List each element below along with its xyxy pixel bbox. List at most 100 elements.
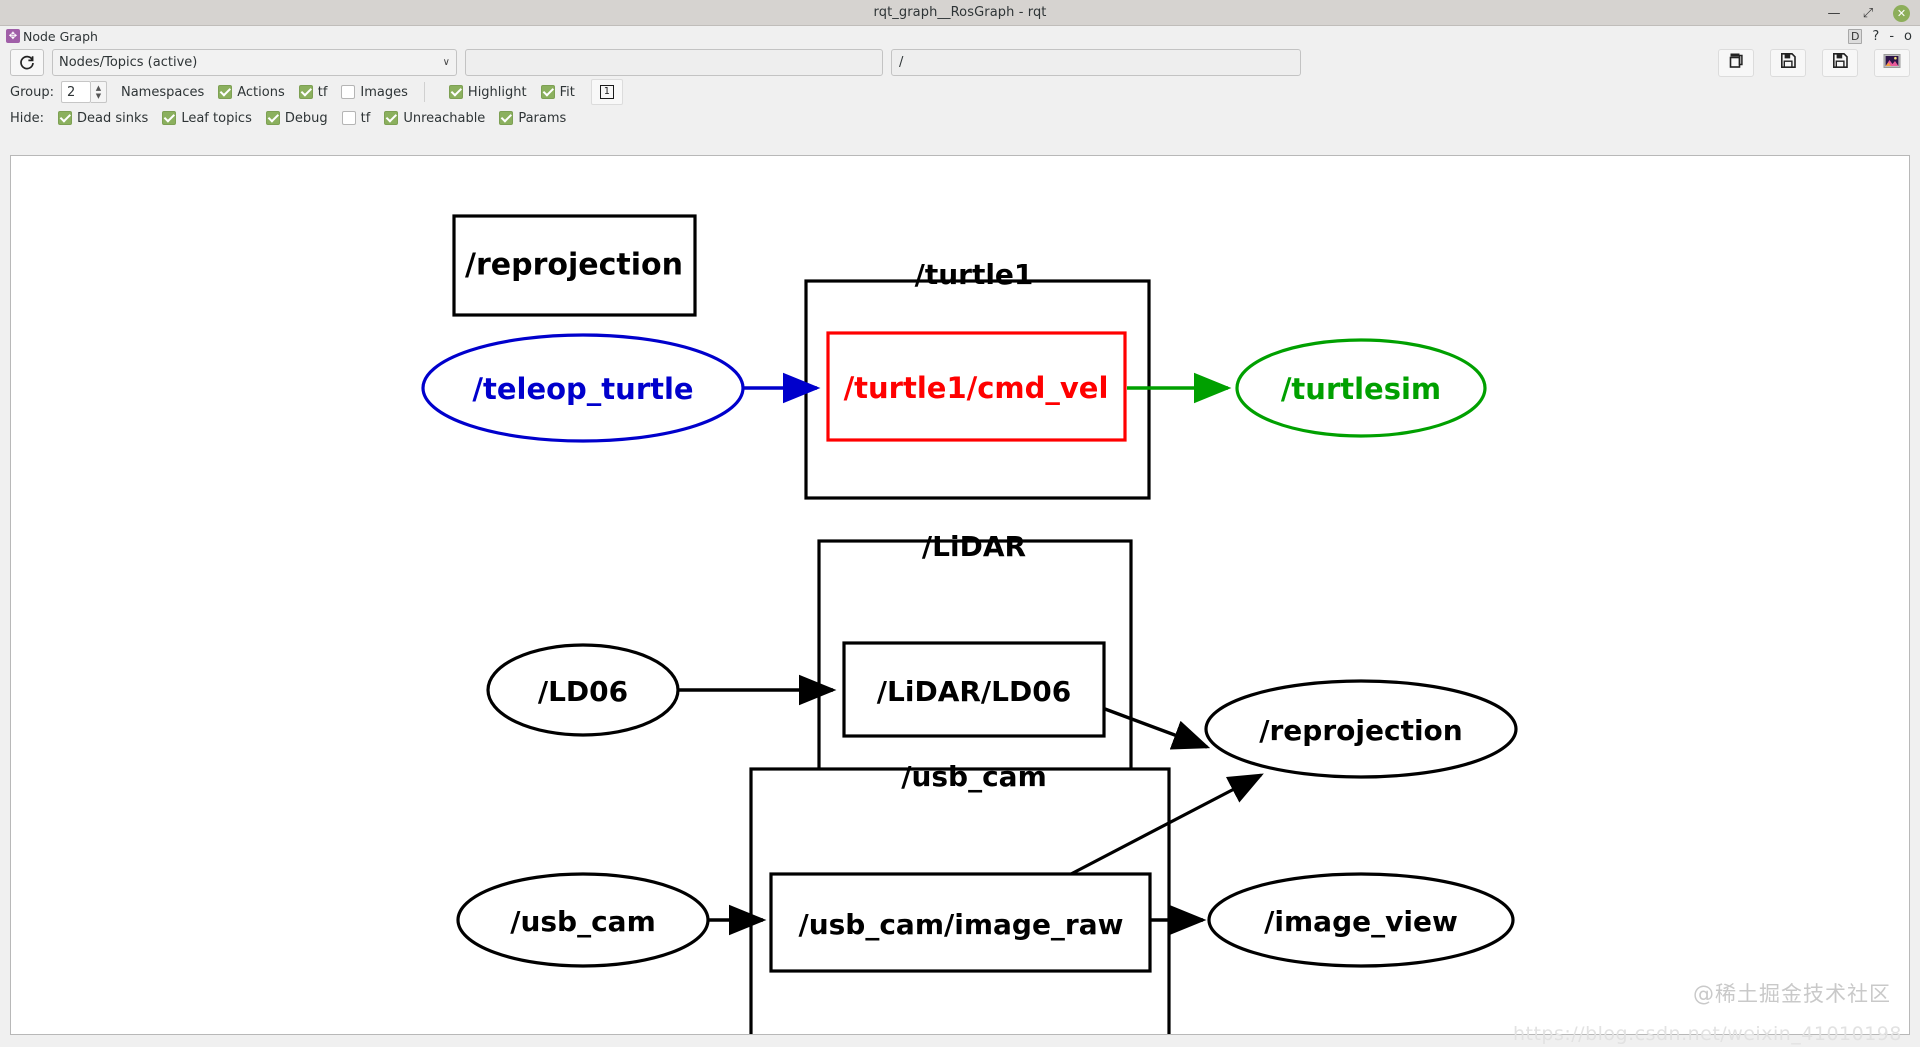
checkbox-dead-sinks[interactable]: Dead sinks (58, 111, 148, 126)
checkbox-hide-tf[interactable]: tf (341, 110, 371, 126)
node-reprojection-box[interactable]: /reprojection (452, 214, 697, 317)
node-label: /image_view (1264, 905, 1458, 938)
node-image-view[interactable]: /image_view (1207, 872, 1515, 968)
node-filter-input[interactable]: / (891, 49, 1301, 76)
chevron-down-icon: ∨ (442, 57, 450, 68)
node-label: /reprojection (465, 248, 683, 283)
checkbox-images[interactable]: Images (341, 85, 408, 100)
cluster-label: /usb_cam (901, 760, 1047, 793)
checkbox-fit-box (540, 85, 555, 99)
node-label: /usb_cam (510, 905, 656, 938)
checkbox-unreachable[interactable]: Unreachable (384, 111, 485, 126)
checkbox-leaf-topics-label: Leaf topics (181, 110, 252, 126)
checkbox-actions-box (218, 85, 233, 99)
checkbox-actions[interactable]: Actions (218, 85, 285, 100)
zoom-reset-button[interactable]: 1 (590, 79, 623, 105)
toolbar-row-hide: Hide: Dead sinks Leaf topics Debug tf Un… (10, 105, 1910, 131)
dock-controls: D ? - o (1847, 26, 1912, 46)
checkbox-highlight[interactable]: Highlight (448, 85, 527, 100)
checkbox-namespaces-label: Namespaces (120, 84, 205, 100)
window-titlebar: rqt_graph__RosGraph - rqt — ⤢ ✕ (0, 0, 1920, 26)
ros-graph-svg: /reprojection /turtle1 /turtle1/cmd_vel … (421, 214, 1518, 1034)
checkbox-tf-box (298, 85, 313, 99)
node-label: /usb_cam/image_raw (798, 908, 1123, 941)
node-usb-cam[interactable]: /usb_cam (456, 872, 710, 968)
save-as-image-button[interactable] (1874, 48, 1910, 77)
cluster-label: /LiDAR (922, 530, 1026, 563)
node-label: /teleop_turtle (472, 372, 693, 406)
checkbox-fit[interactable]: Fit (540, 84, 575, 100)
copy-icon (1728, 52, 1745, 73)
save-as-dot-button[interactable] (1770, 48, 1806, 77)
cluster-turtle1[interactable]: /turtle1 /turtle1/cmd_vel (804, 258, 1151, 500)
node-turtlesim[interactable]: /turtlesim (1235, 338, 1487, 438)
dock-minimize-icon[interactable]: - (1889, 29, 1894, 44)
help-icon[interactable]: ? (1872, 29, 1879, 44)
save-icon (1780, 52, 1797, 73)
node-label: /LiDAR/LD06 (877, 675, 1071, 708)
dock-shortcut-key: D (1847, 28, 1863, 44)
dock-float-icon[interactable]: o (1904, 29, 1912, 44)
checkbox-tf-label: tf (317, 84, 328, 100)
window-maximize-button[interactable]: ⤢ (1859, 4, 1877, 22)
window-close-button[interactable]: ✕ (1893, 4, 1910, 22)
group-depth-stepper[interactable]: ▲ ▼ (90, 81, 107, 103)
window-minimize-button[interactable]: — (1825, 4, 1843, 22)
graph-canvas[interactable]: /reprojection /turtle1 /turtle1/cmd_vel … (10, 155, 1910, 1035)
checkbox-debug-box (265, 111, 280, 125)
graph-type-value: Nodes/Topics (active) (59, 55, 198, 70)
node-label: /LD06 (538, 675, 628, 708)
window-controls: — ⤢ ✕ (1825, 0, 1910, 26)
topic-filter-input[interactable] (465, 49, 883, 76)
refresh-button[interactable] (10, 49, 44, 76)
checkbox-debug-label: Debug (284, 110, 328, 126)
checkbox-leaf-topics[interactable]: Leaf topics (162, 111, 252, 126)
checkbox-images-box (341, 85, 356, 99)
checkbox-leaf-topics-box (162, 111, 177, 125)
save-icon (1832, 52, 1849, 73)
toolbar: Nodes/Topics (active) ∨ / Group: 2 ▲ ▼ N… (0, 46, 1920, 131)
checkbox-images-label: Images (360, 84, 408, 100)
checkbox-params-box (499, 111, 514, 125)
checkbox-namespaces[interactable]: Namespaces (121, 85, 204, 100)
dock-header: ✥ Node Graph D ? - o (0, 26, 1920, 46)
checkbox-debug[interactable]: Debug (265, 110, 328, 126)
dock-title: Node Graph (23, 28, 98, 44)
window-title: rqt_graph__RosGraph - rqt (873, 5, 1047, 20)
checkbox-hide-tf-box (341, 111, 356, 125)
checkbox-dead-sinks-box (58, 111, 73, 125)
checkbox-actions-label: Actions (237, 84, 285, 100)
node-teleop-turtle[interactable]: /teleop_turtle (421, 333, 745, 443)
group-depth-input[interactable]: 2 (60, 81, 91, 103)
chevron-up-icon: ▲ (95, 84, 102, 92)
cluster-usb-cam[interactable]: /usb_cam /usb_cam/image_raw (749, 760, 1171, 1034)
image-icon (1883, 53, 1901, 73)
checkbox-dead-sinks-label: Dead sinks (77, 110, 149, 126)
toolbar-row-main: Nodes/Topics (active) ∨ / (10, 46, 1910, 79)
graph-type-select[interactable]: Nodes/Topics (active) ∨ (52, 49, 457, 76)
save-as-svg-button[interactable] (1822, 48, 1858, 77)
checkbox-fit-label: Fit (559, 84, 575, 100)
checkbox-unreachable-box (384, 111, 399, 125)
checkbox-unreachable-label: Unreachable (403, 110, 486, 126)
hide-label: Hide: (10, 110, 45, 126)
cluster-label: /turtle1 (915, 258, 1034, 291)
node-ld06[interactable]: /LD06 (486, 643, 680, 737)
node-graph-icon: ✥ (6, 29, 20, 43)
copy-to-clipboard-button[interactable] (1718, 48, 1754, 77)
toolbar-row-options: Group: 2 ▲ ▼ Namespaces Actions tf Image… (10, 79, 1910, 105)
node-label: /reprojection (1259, 714, 1462, 747)
checkbox-hide-tf-label: tf (360, 110, 371, 126)
node-reprojection-ellipse[interactable]: /reprojection (1204, 679, 1518, 779)
node-label: /turtlesim (1281, 372, 1441, 406)
chevron-down-icon: ▼ (95, 92, 102, 100)
group-label: Group: (10, 84, 54, 100)
zoom-level-label: 1 (599, 85, 614, 99)
node-label: /turtle1/cmd_vel (844, 371, 1109, 405)
checkbox-highlight-box (448, 85, 463, 99)
checkbox-params[interactable]: Params (499, 111, 566, 126)
checkbox-params-label: Params (518, 110, 567, 126)
toolbar-divider (423, 82, 425, 102)
checkbox-tf[interactable]: tf (298, 84, 328, 100)
refresh-icon (19, 55, 35, 71)
